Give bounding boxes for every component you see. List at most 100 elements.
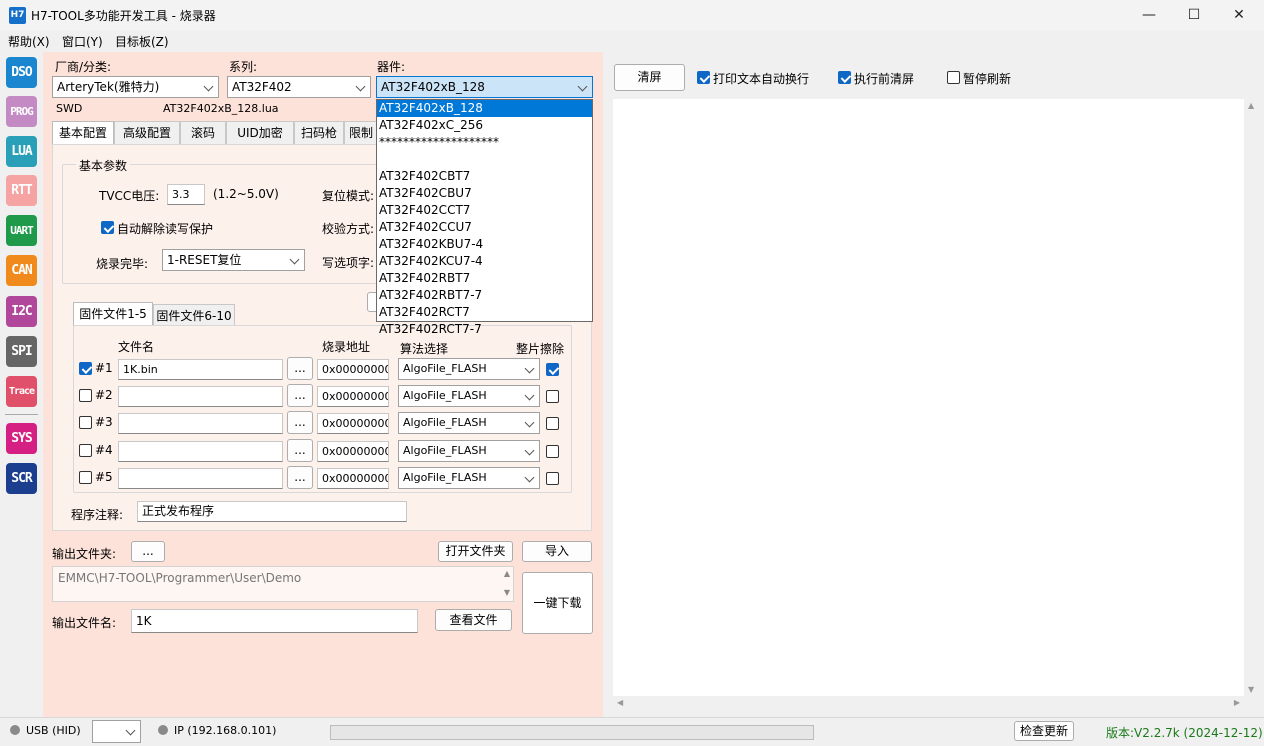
file-address-input[interactable]: 0x00000000 [317,386,389,407]
scroll-left-icon[interactable]: ◀ [617,698,623,707]
part-option[interactable]: AT32F402KBU7-4 [377,236,592,253]
file-browse-button[interactable]: ... [287,357,313,380]
file-address-input[interactable]: 0x00000000 [317,468,389,489]
tab-scanner[interactable]: 扫码枪 [294,121,344,144]
chip-erase-checkbox[interactable] [546,417,559,430]
sidebar-sys-button[interactable]: SYS [6,423,37,454]
sidebar-rtt-button[interactable]: RTT [6,175,37,206]
check-update-button[interactable]: 检查更新 [1014,721,1074,741]
file-address-input[interactable]: 0x00000000 [317,359,389,380]
console-output[interactable] [613,99,1244,696]
algo-select[interactable]: AlgoFile_FLASH [398,358,540,380]
part-option[interactable]: AT32F402CBT7 [377,168,592,185]
sidebar-prog-button[interactable]: PROG [6,96,37,127]
after-prog-select[interactable]: 1-RESET复位 [162,249,305,271]
tab-advanced-config[interactable]: 高级配置 [114,121,180,144]
sidebar-scr-button[interactable]: SCR [6,463,37,494]
part-option[interactable]: AT32F402RCT7 [377,304,592,321]
output-name-input[interactable]: 1K [131,609,418,633]
chip-erase-checkbox[interactable] [546,445,559,458]
sidebar-trace-button[interactable]: Trace [6,376,37,407]
output-path-box[interactable]: EMMC\H7-TOOL\Programmer\User\Demo ▲ ▼ [52,566,514,602]
part-option[interactable]: AT32F402CCU7 [377,219,592,236]
part-option[interactable]: ******************** [377,134,592,151]
clear-screen-button[interactable]: 清屏 [614,64,685,91]
scroll-down-icon[interactable]: ▼ [1248,685,1254,694]
sidebar-dso-button[interactable]: DSO [6,57,37,88]
file-name-input[interactable] [118,386,283,407]
clear-before-exec-checkbox[interactable] [838,71,851,84]
sidebar-lua-button[interactable]: LUA [6,136,37,167]
part-option[interactable] [377,151,592,168]
vertical-scrollbar[interactable]: ▲ ▼ [1244,99,1261,696]
part-option[interactable]: AT32F402RBT7-7 [377,287,592,304]
vendor-select[interactable]: ArteryTek(雅特力) [52,76,219,98]
file-enable-checkbox[interactable] [79,471,92,484]
menu-window[interactable]: 窗口(Y) [62,33,103,50]
tvcc-input[interactable]: 3.3 [167,184,205,205]
chip-erase-checkbox[interactable] [546,363,559,376]
file-name-input[interactable] [118,413,283,434]
tab-limit[interactable]: 限制 [344,121,378,144]
file-name-input[interactable] [118,441,283,462]
view-file-button[interactable]: 查看文件 [435,609,512,631]
part-option[interactable]: AT32F402xB_128 [377,100,592,117]
file-enable-checkbox[interactable] [79,416,92,429]
part-option[interactable]: AT32F402xC_256 [377,117,592,134]
part-select[interactable]: AT32F402xB_128 [376,76,593,98]
file-enable-checkbox[interactable] [79,389,92,402]
file-browse-button[interactable]: ... [287,439,313,462]
part-option[interactable]: AT32F402RBT7 [377,270,592,287]
menu-target-board[interactable]: 目标板(Z) [115,33,169,50]
tab-rolling-code[interactable]: 滚码 [180,121,226,144]
chevron-down-icon [524,363,535,374]
scroll-right-icon[interactable]: ▶ [1234,698,1240,707]
series-select[interactable]: AT32F402 [227,76,371,98]
auto-wrap-checkbox[interactable] [697,71,710,84]
part-option[interactable]: AT32F402CBU7 [377,185,592,202]
sidebar-uart-button[interactable]: UART [6,215,37,246]
file-address-input[interactable]: 0x00000000 [317,441,389,462]
algo-select[interactable]: AlgoFile_FLASH [398,385,540,407]
open-folder-button[interactable]: 打开文件夹 [438,541,513,562]
maximize-button[interactable]: ☐ [1171,0,1217,31]
menu-help[interactable]: 帮助(X) [8,33,50,50]
output-folder-browse-button[interactable]: ... [131,541,165,562]
part-dropdown-list[interactable]: AT32F402xB_128 AT32F402xC_256 ************… [376,99,593,336]
import-button[interactable]: 导入 [522,541,592,562]
file-enable-checkbox[interactable] [79,444,92,457]
algo-select[interactable]: AlgoFile_FLASH [398,412,540,434]
tab-firmware-6-10[interactable]: 固件文件6-10 [153,304,235,326]
algo-select[interactable]: AlgoFile_FLASH [398,440,540,462]
file-browse-button[interactable]: ... [287,466,313,489]
chip-erase-checkbox[interactable] [546,472,559,485]
tab-basic-config[interactable]: 基本配置 [52,121,114,145]
scroll-down-icon[interactable]: ▼ [504,588,510,597]
tab-firmware-1-5[interactable]: 固件文件1-5 [73,302,153,326]
one-click-download-button[interactable]: 一键下载 [522,572,593,634]
file-browse-button[interactable]: ... [287,384,313,407]
scroll-up-icon[interactable]: ▲ [504,569,510,578]
close-button[interactable]: ✕ [1216,0,1262,31]
part-option[interactable]: AT32F402KCU7-4 [377,253,592,270]
horizontal-scrollbar[interactable]: ◀ ▶ [613,696,1244,713]
scroll-up-icon[interactable]: ▲ [1248,101,1254,110]
part-option[interactable]: AT32F402RCT7-7 [377,321,592,338]
tab-uid-encrypt[interactable]: UID加密 [226,121,294,144]
auto-unprotect-checkbox[interactable] [101,221,114,234]
file-name-input[interactable]: 1K.bin [118,359,283,380]
file-browse-button[interactable]: ... [287,411,313,434]
device-select[interactable] [92,720,141,743]
file-name-input[interactable] [118,468,283,489]
part-option[interactable]: AT32F402CCT7 [377,202,592,219]
note-input[interactable]: 正式发布程序 [137,501,407,522]
minimize-button[interactable]: — [1126,0,1172,31]
sidebar-i2c-button[interactable]: I2C [6,296,37,327]
file-address-input[interactable]: 0x00000000 [317,413,389,434]
algo-select[interactable]: AlgoFile_FLASH [398,467,540,489]
sidebar-can-button[interactable]: CAN [6,255,37,286]
chip-erase-checkbox[interactable] [546,390,559,403]
pause-refresh-checkbox[interactable] [947,71,960,84]
file-enable-checkbox[interactable] [79,362,92,375]
sidebar-spi-button[interactable]: SPI [6,336,37,367]
